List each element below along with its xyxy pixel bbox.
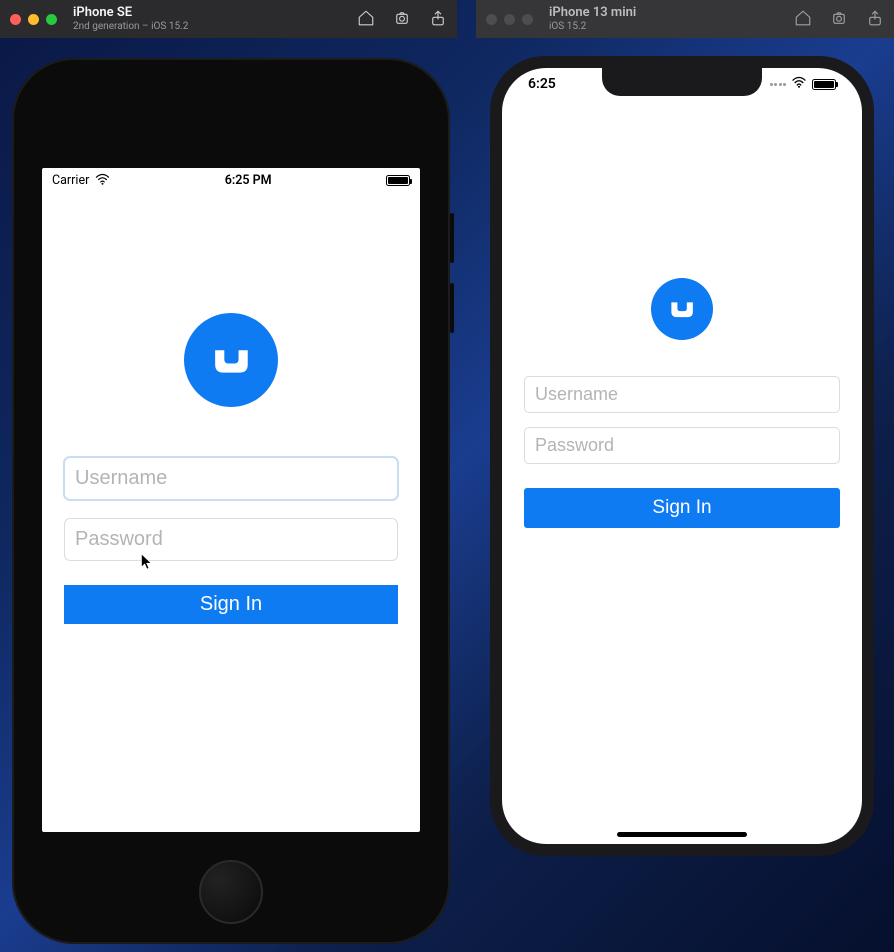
username-input[interactable]	[535, 384, 829, 405]
window-traffic-lights-inactive[interactable]	[486, 14, 533, 25]
signin-button[interactable]: Sign In	[524, 488, 840, 528]
zoom-window-icon[interactable]	[522, 14, 533, 25]
close-window-icon[interactable]	[486, 14, 497, 25]
simulator-title-block: iPhone SE 2nd generation – iOS 15.2	[73, 6, 188, 32]
simulator-title: iPhone 13 mini	[549, 6, 636, 21]
app-logo-icon	[184, 313, 278, 407]
clock-label: 6:25	[528, 76, 556, 92]
clock-label: 6:25 PM	[225, 173, 272, 188]
cellular-signal-icon	[770, 83, 787, 86]
simulator-subtitle: 2nd generation – iOS 15.2	[73, 21, 188, 33]
app-logo-icon	[651, 278, 713, 340]
username-field[interactable]	[524, 376, 840, 413]
home-button[interactable]	[199, 860, 263, 924]
password-field[interactable]	[524, 427, 840, 464]
simulator-title: iPhone SE	[73, 6, 188, 21]
home-indicator[interactable]	[617, 832, 747, 837]
password-field[interactable]	[64, 518, 398, 561]
login-screen: Sign In	[502, 278, 862, 528]
minimize-window-icon[interactable]	[504, 14, 515, 25]
password-input[interactable]	[535, 435, 829, 456]
close-window-icon[interactable]	[10, 14, 21, 25]
carrier-label: Carrier	[52, 173, 89, 188]
minimize-window-icon[interactable]	[28, 14, 39, 25]
login-screen: Sign In	[42, 313, 420, 624]
mouse-cursor-icon	[140, 553, 153, 575]
simulator-titlebar-se: iPhone SE 2nd generation – iOS 15.2	[0, 0, 457, 38]
username-input[interactable]	[75, 467, 387, 490]
screenshot-icon[interactable]	[830, 9, 848, 30]
simulator-titlebar-13mini: iPhone 13 mini iOS 15.2	[476, 0, 894, 38]
home-icon[interactable]	[357, 9, 375, 30]
zoom-window-icon[interactable]	[46, 14, 57, 25]
battery-icon	[386, 175, 410, 186]
screen-iphone-se: Carrier 6:25 PM Sign In	[42, 168, 420, 832]
password-input[interactable]	[75, 528, 387, 551]
username-field[interactable]	[64, 457, 398, 500]
status-bar: 6:25	[502, 76, 862, 92]
status-bar: Carrier 6:25 PM	[42, 168, 420, 190]
device-iphone-se: Carrier 6:25 PM Sign In	[12, 58, 450, 944]
share-icon[interactable]	[866, 9, 884, 30]
simulator-subtitle: iOS 15.2	[549, 21, 636, 33]
battery-icon	[812, 79, 836, 90]
wifi-icon	[791, 76, 807, 92]
window-traffic-lights[interactable]	[10, 14, 57, 25]
wifi-icon	[95, 173, 110, 189]
device-iphone-13-mini: 6:25 Sign In	[490, 56, 874, 856]
screenshot-icon[interactable]	[393, 9, 411, 30]
share-icon[interactable]	[429, 9, 447, 30]
simulator-title-block: iPhone 13 mini iOS 15.2	[549, 6, 636, 32]
screen-iphone-13-mini: 6:25 Sign In	[502, 68, 862, 844]
home-icon[interactable]	[794, 9, 812, 30]
signin-button[interactable]: Sign In	[64, 585, 398, 624]
